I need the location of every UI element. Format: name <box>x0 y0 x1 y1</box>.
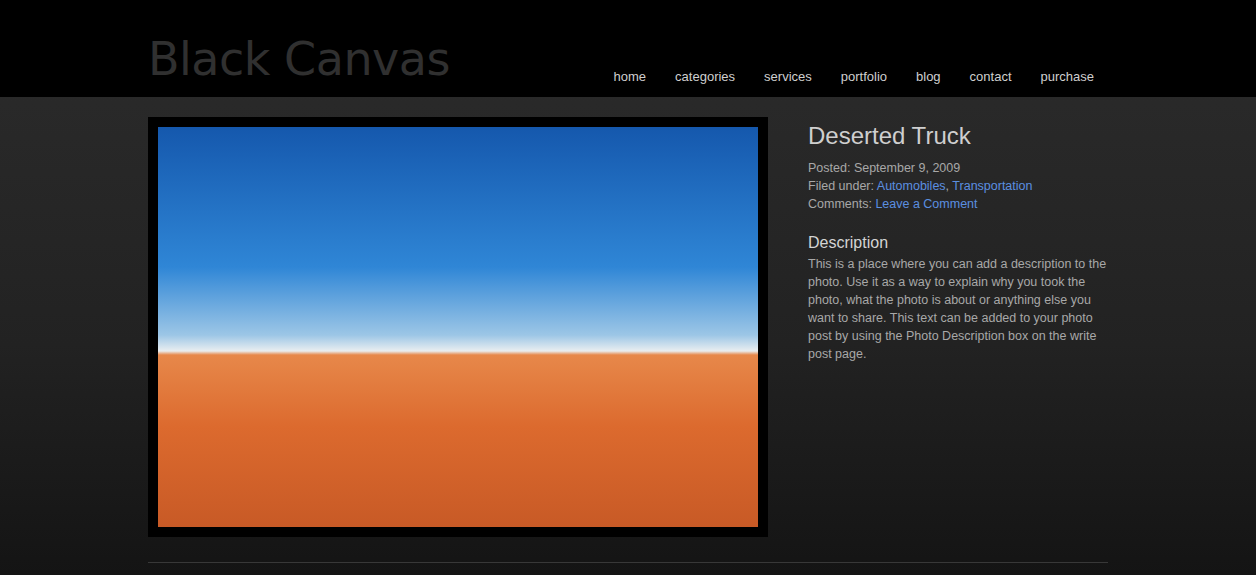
main-nav: home categories services portfolio blog conta… <box>614 69 1108 89</box>
nav-link[interactable]: services <box>764 69 812 85</box>
photo[interactable] <box>158 127 758 527</box>
posted-date: Posted: September 9, 2009 <box>808 159 1108 177</box>
content: Deserted Truck Posted: September 9, 2009F… <box>148 97 1108 563</box>
nav-link[interactable]: home <box>614 69 647 85</box>
category-link[interactable]: Automobiles <box>877 179 946 193</box>
leave-comment-link[interactable]: Leave a Comment <box>875 197 977 211</box>
site-header: Black Canvas home categories services portfo… <box>0 0 1256 97</box>
description-text: This is a place where you can add a desc… <box>808 255 1108 363</box>
post-details: Deserted Truck Posted: September 9, 2009F… <box>808 117 1108 537</box>
nav-link[interactable]: contact <box>970 69 1012 85</box>
nav-link[interactable]: categories <box>675 69 735 85</box>
post-meta: Posted: September 9, 2009Filed under: Au… <box>808 159 1108 213</box>
post-title: Deserted Truck <box>808 121 1108 151</box>
comments: Comments: Leave a Comment <box>808 195 1108 213</box>
site-logo[interactable]: Black Canvas <box>148 29 450 89</box>
nav-link[interactable]: portfolio <box>841 69 887 85</box>
page: Black Canvas home categories services portfo… <box>0 0 1256 575</box>
description-title: Description <box>808 233 1108 253</box>
photo-post: Deserted Truck Posted: September 9, 2009F… <box>148 117 1108 537</box>
nav-link[interactable]: purchase <box>1041 69 1094 85</box>
divider <box>148 562 1108 563</box>
filed-under: Filed under: Automobiles, Transportation <box>808 177 1108 195</box>
nav-link[interactable]: blog <box>916 69 941 85</box>
photo-frame <box>148 117 768 537</box>
category-link[interactable]: Transportation <box>952 179 1032 193</box>
